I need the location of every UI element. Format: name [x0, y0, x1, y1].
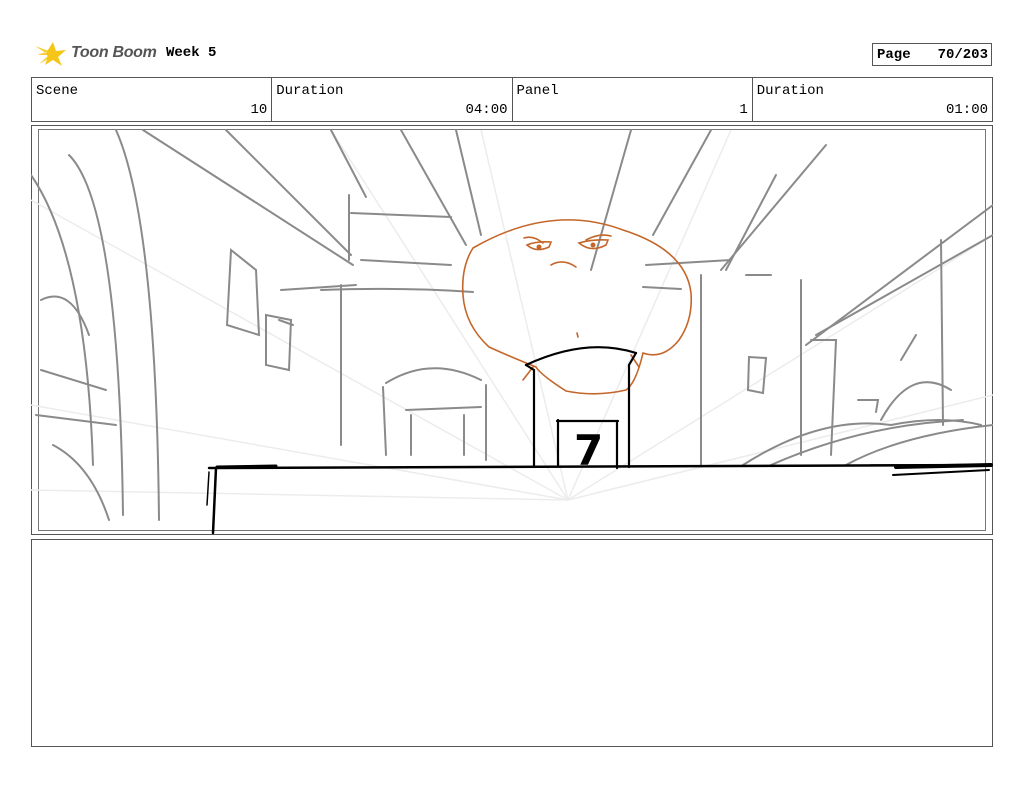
scene-cell: Scene 10 — [32, 78, 273, 121]
scene-duration-cell: Duration 04:00 — [272, 78, 513, 121]
scene-duration-value: 04:00 — [465, 102, 508, 118]
panel-duration-value: 01:00 — [945, 102, 988, 118]
panel-duration-cell: Duration 01:00 — [753, 78, 992, 121]
page-label: Page — [877, 46, 911, 63]
info-bar: Scene 10 Duration 04:00 Panel 1 Duration… — [31, 77, 993, 122]
notes-panel — [31, 539, 993, 747]
scene-duration-label: Duration — [276, 83, 344, 99]
brand-name: Toon Boom — [71, 44, 157, 61]
scene-value: 10 — [250, 102, 268, 118]
foreground-desk — [206, 463, 993, 535]
character-head — [461, 219, 693, 395]
toon-boom-logo: Toon Boom — [33, 38, 157, 68]
page-title: Week 5 — [166, 45, 217, 61]
panel-label: Panel — [516, 83, 559, 99]
scene-label: Scene — [36, 83, 79, 99]
left-eye — [536, 244, 542, 250]
panel-value: 1 — [739, 102, 748, 118]
page-counter: Page 70/203 — [872, 43, 992, 66]
toon-boom-star-icon — [35, 42, 66, 66]
page-value: 70/203 — [937, 46, 988, 63]
storyboard-sketch: 7 — [31, 129, 993, 535]
panel-cell: Panel 1 — [513, 78, 753, 121]
right-eye — [590, 242, 596, 248]
panel-duration-label: Duration — [756, 83, 824, 99]
perspective-guides — [31, 129, 993, 501]
